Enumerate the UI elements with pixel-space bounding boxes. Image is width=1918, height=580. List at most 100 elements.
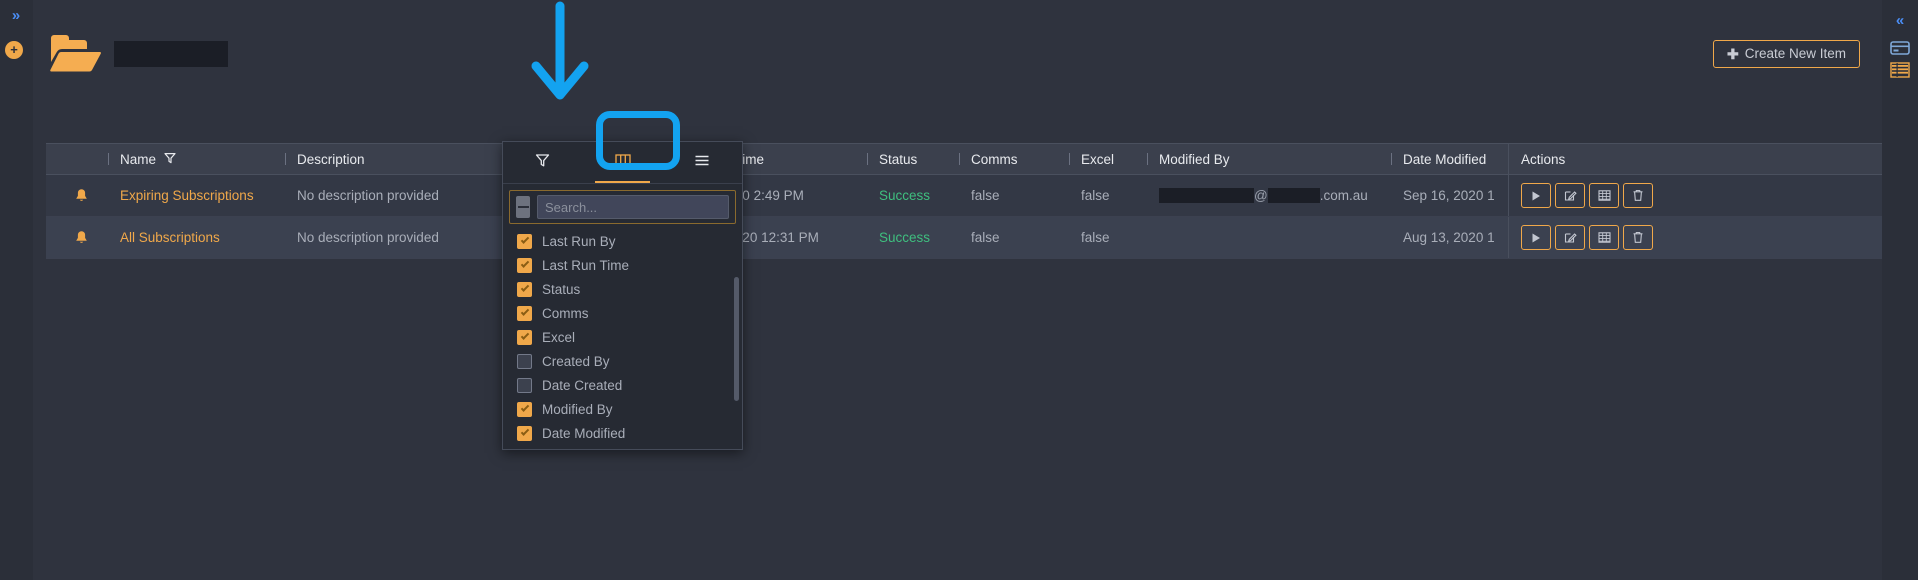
create-new-item-button[interactable]: ✚ Create New Item bbox=[1712, 40, 1860, 68]
column-header-name[interactable]: Name bbox=[108, 144, 285, 174]
email-at-symbol: @ bbox=[1254, 188, 1268, 203]
column-header-description-label: Description bbox=[297, 151, 365, 167]
plus-circle-icon[interactable]: + bbox=[5, 41, 23, 59]
list-item[interactable]: Modified By bbox=[503, 397, 742, 421]
row-name[interactable]: Expiring Subscriptions bbox=[108, 175, 285, 216]
list-item-label: Created By bbox=[542, 353, 610, 369]
left-sidebar: » + bbox=[0, 0, 33, 580]
run-icon[interactable] bbox=[1521, 225, 1551, 250]
row-status: Success bbox=[879, 188, 931, 203]
row-modified-by bbox=[1147, 217, 1391, 258]
email-suffix: .com.au bbox=[1319, 188, 1368, 203]
column-search-row bbox=[509, 190, 736, 224]
list-item-label: Date Modified bbox=[542, 425, 626, 441]
menu-tab[interactable] bbox=[662, 142, 742, 183]
list-item-label: Status bbox=[542, 281, 581, 297]
checkbox-checked-icon[interactable] bbox=[517, 425, 532, 441]
checkbox-checked-icon[interactable] bbox=[517, 401, 532, 417]
columns-tab[interactable] bbox=[583, 142, 663, 183]
column-header-name-label: Name bbox=[120, 151, 157, 167]
scrollbar-thumb[interactable] bbox=[734, 277, 739, 401]
list-item[interactable]: Comms bbox=[503, 301, 742, 325]
checkbox-checked-icon[interactable] bbox=[517, 233, 532, 249]
checkbox-checked-icon[interactable] bbox=[517, 281, 532, 297]
list-item[interactable]: Status bbox=[503, 277, 742, 301]
list-item[interactable]: Created By bbox=[503, 349, 742, 373]
data-table: Name Description Last Run Time Status Co… bbox=[46, 143, 1882, 580]
run-icon[interactable] bbox=[1521, 183, 1551, 208]
list-item-label: Modified By bbox=[542, 401, 613, 417]
columns-icon bbox=[614, 153, 631, 172]
card-view-icon[interactable] bbox=[1890, 40, 1910, 56]
list-item[interactable]: Last Run Time bbox=[503, 253, 742, 277]
breadcrumb bbox=[48, 32, 228, 76]
list-item[interactable]: Last Run By bbox=[503, 229, 742, 253]
row-comms: false bbox=[971, 188, 1000, 203]
column-header-excel[interactable]: Excel bbox=[1069, 144, 1147, 174]
checkbox-checked-icon[interactable] bbox=[517, 329, 532, 345]
checkbox-checked-icon[interactable] bbox=[517, 305, 532, 321]
redacted-email-domain bbox=[1267, 188, 1320, 203]
chevron-double-right-icon[interactable]: » bbox=[5, 6, 27, 26]
page-header: ✚ Create New Item bbox=[33, 0, 1882, 110]
column-chooser-popup: Last Run By Last Run Time Status Comms E… bbox=[502, 141, 743, 450]
table-row[interactable]: All Subscriptions No description provide… bbox=[46, 217, 1882, 259]
column-header-comms[interactable]: Comms bbox=[959, 144, 1069, 174]
column-header-excel-label: Excel bbox=[1081, 151, 1115, 167]
plus-icon: ✚ bbox=[1726, 46, 1739, 62]
row-date-modified: Aug 13, 2020 1 bbox=[1403, 230, 1495, 245]
application-window: » + « ✚ Create New Item Name Description… bbox=[0, 0, 1918, 580]
row-status: Success bbox=[879, 230, 931, 245]
row-excel: false bbox=[1081, 188, 1110, 203]
open-folder-icon bbox=[48, 32, 104, 76]
column-header-date-modified-label: Date Modified bbox=[1403, 151, 1487, 167]
grid-icon[interactable] bbox=[1589, 183, 1619, 208]
column-header-modified-by-label: Modified By bbox=[1159, 151, 1230, 167]
page-title bbox=[114, 41, 228, 67]
row-bell-icon bbox=[46, 217, 108, 258]
grid-icon[interactable] bbox=[1589, 225, 1619, 250]
edit-icon[interactable] bbox=[1555, 225, 1585, 250]
row-bell-icon bbox=[46, 175, 108, 216]
column-header-status[interactable]: Status bbox=[867, 144, 959, 174]
row-modified-by: @ .com.au bbox=[1147, 175, 1391, 216]
delete-icon[interactable] bbox=[1623, 225, 1653, 250]
filter-icon bbox=[535, 153, 550, 173]
list-item[interactable]: Date Modified bbox=[503, 421, 742, 445]
checkbox-unchecked-icon[interactable] bbox=[517, 377, 532, 393]
column-header-comms-label: Comms bbox=[971, 151, 1018, 167]
row-name[interactable]: All Subscriptions bbox=[108, 217, 285, 258]
list-item[interactable]: Excel bbox=[503, 325, 742, 349]
column-header-date-modified[interactable]: Date Modified bbox=[1391, 144, 1508, 174]
table-header-row: Name Description Last Run Time Status Co… bbox=[46, 143, 1882, 175]
right-sidebar: « bbox=[1882, 0, 1918, 580]
row-actions bbox=[1508, 175, 1688, 216]
hamburger-icon bbox=[694, 154, 710, 172]
row-date-modified: Sep 16, 2020 1 bbox=[1403, 188, 1495, 203]
edit-icon[interactable] bbox=[1555, 183, 1585, 208]
list-item-label: Last Run Time bbox=[542, 257, 630, 273]
column-chooser-tabs bbox=[503, 142, 742, 184]
list-item[interactable]: Date Created bbox=[503, 373, 742, 397]
chevron-double-left-icon[interactable]: « bbox=[1890, 12, 1910, 30]
checkbox-unchecked-icon[interactable] bbox=[517, 353, 532, 369]
column-list[interactable]: Last Run By Last Run Time Status Comms E… bbox=[503, 229, 742, 447]
list-item-label: Excel bbox=[542, 329, 576, 345]
list-item-label: Last Run By bbox=[542, 233, 616, 249]
indeterminate-checkbox-icon[interactable] bbox=[516, 196, 530, 218]
column-header-status-label: Status bbox=[879, 151, 918, 167]
filter-tab[interactable] bbox=[503, 142, 583, 183]
delete-icon[interactable] bbox=[1623, 183, 1653, 208]
column-header-modified-by[interactable]: Modified By bbox=[1147, 144, 1391, 174]
row-actions bbox=[1508, 217, 1688, 258]
column-header-actions: Actions bbox=[1508, 144, 1688, 174]
column-search-input[interactable] bbox=[537, 195, 729, 219]
list-view-icon[interactable] bbox=[1890, 62, 1910, 78]
checkbox-checked-icon[interactable] bbox=[517, 257, 532, 273]
list-item-label: Comms bbox=[542, 305, 589, 321]
table-row[interactable]: Expiring Subscriptions No description pr… bbox=[46, 175, 1882, 217]
create-new-item-label: Create New Item bbox=[1744, 46, 1846, 61]
filter-icon[interactable] bbox=[164, 152, 176, 167]
row-comms: false bbox=[971, 230, 1000, 245]
column-header-actions-label: Actions bbox=[1521, 151, 1566, 167]
